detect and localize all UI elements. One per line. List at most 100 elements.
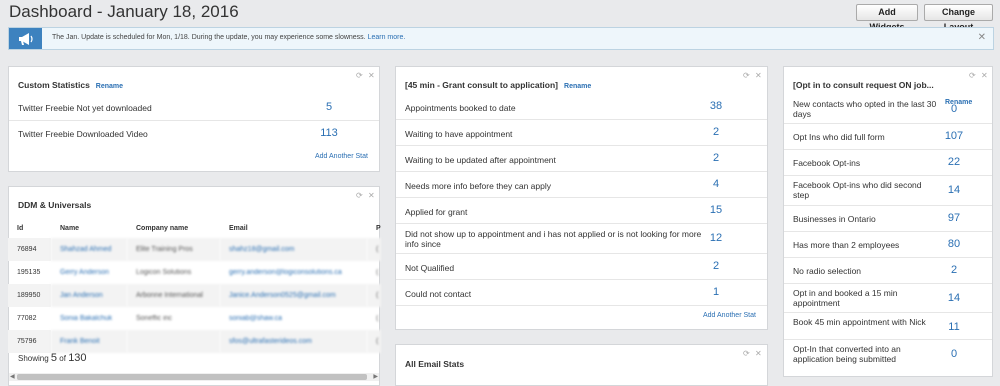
notice-message: The Jan. Update is scheduled for Mon, 1/… — [52, 34, 406, 41]
cell-company: Logicon Solutions — [136, 269, 192, 276]
refresh-icon[interactable]: ⟳ — [969, 71, 976, 80]
cell-name[interactable]: Gerry Anderson — [51, 261, 127, 284]
stat-value[interactable]: 15 — [696, 204, 736, 216]
stat-value[interactable]: 4 — [696, 178, 736, 190]
stat-value[interactable]: 11 — [934, 321, 974, 333]
cell-email[interactable]: gerry.anderson@logiconsolutions.ca — [220, 261, 367, 284]
stat-value[interactable]: 2 — [696, 152, 736, 164]
add-another-stat-link[interactable]: Add Another Stat — [315, 153, 368, 160]
email-stats-widget: ⟳ ✕ All Email Stats — [395, 344, 768, 386]
table-row[interactable]: 75796 Frank Benoit sfos@ultrafasterideos… — [8, 330, 381, 353]
stat-value[interactable]: 14 — [934, 184, 974, 196]
table-row[interactable]: 76894 Shahzad Ahmed Elite Training Pros … — [8, 238, 381, 261]
stat-label: Businesses in Ontario — [793, 214, 876, 224]
learn-more-link[interactable]: Learn more. — [368, 34, 406, 41]
stat-value[interactable]: 1 — [696, 286, 736, 298]
stat-row: Could not contact 1 — [396, 280, 767, 306]
refresh-icon[interactable]: ⟳ — [743, 71, 750, 80]
close-icon[interactable]: ✕ — [981, 71, 988, 80]
cell-name[interactable]: Shahzad Ahmed — [51, 238, 127, 261]
stat-value[interactable]: 14 — [934, 292, 974, 304]
stat-row: Has more than 2 employees 80 — [784, 232, 992, 258]
stat-value[interactable]: 38 — [696, 100, 736, 112]
scroll-left-arrow-icon[interactable]: ◀ — [10, 373, 15, 380]
stat-row: Applied for grant 15 — [396, 198, 767, 224]
cell-extra: ( — [367, 284, 381, 307]
close-icon[interactable]: ✕ — [368, 191, 375, 200]
stat-row: Opt-In that converted into an applicatio… — [784, 340, 992, 374]
cell-company: Soneffic inc — [136, 315, 173, 322]
stat-value[interactable]: 80 — [934, 238, 974, 250]
column-header[interactable]: P — [367, 218, 381, 238]
stat-row: Waiting to be updated after appointment 2 — [396, 146, 767, 172]
refresh-icon[interactable]: ⟳ — [356, 71, 363, 80]
cell-id: 195135 — [17, 269, 41, 276]
cell-company — [127, 330, 220, 353]
change-layout-button[interactable]: Change Layout — [924, 4, 993, 32]
cell-name[interactable]: Sonia Bakalchuk — [51, 307, 127, 330]
stat-value[interactable]: 2 — [696, 126, 736, 138]
column-header[interactable]: Company name — [127, 218, 220, 238]
table-header: Id Name Company name Email P — [8, 218, 381, 238]
stat-value[interactable]: 107 — [934, 130, 974, 142]
stat-row: New contacts who opted in the last 30 da… — [784, 95, 992, 124]
close-icon[interactable]: ✕ — [755, 71, 762, 80]
stat-row: Facebook Opt-ins who did second step 14 — [784, 176, 992, 206]
stat-value[interactable]: 12 — [696, 232, 736, 244]
cell-email[interactable]: soniab@shaw.ca — [220, 307, 367, 330]
stat-value[interactable]: 113 — [309, 127, 349, 139]
stat-label: Twitter Freebie Downloaded Video — [18, 129, 148, 139]
stat-value[interactable]: 5 — [309, 101, 349, 113]
add-another-stat-link[interactable]: Add Another Stat — [703, 312, 756, 319]
stat-label: Has more than 2 employees — [793, 240, 900, 250]
cell-extra: ( — [376, 269, 379, 276]
custom-statistics-widget: ⟳ ✕ Custom Statistics Rename Twitter Free… — [8, 66, 380, 172]
rename-link[interactable]: Rename — [96, 83, 123, 90]
widget-title: [Opt in to consult request ON job... — [793, 80, 934, 90]
column-header[interactable]: Email — [220, 218, 367, 238]
stat-value[interactable]: 2 — [934, 264, 974, 276]
stat-label: Waiting to be updated after appointment — [405, 155, 556, 165]
stat-label: Opt Ins who did full form — [793, 132, 885, 142]
cell-email[interactable]: Janice.Anderson0525@gmail.com — [220, 284, 367, 307]
optin-widget: ⟳ ✕ [Opt in to consult request ON job...… — [783, 66, 993, 377]
scrollbar-thumb[interactable] — [17, 374, 367, 380]
stat-label: New contacts who opted in the last 30 da… — [793, 99, 937, 119]
cell-email[interactable]: shahz18@gmail.com — [220, 238, 367, 261]
stat-value[interactable]: 0 — [934, 348, 974, 360]
stat-label: Applied for grant — [405, 207, 468, 217]
cell-extra: ( — [367, 330, 381, 353]
stat-row: Did not show up to appointment and i has… — [396, 224, 767, 254]
cell-email[interactable]: sfos@ultrafasterideos.com — [220, 330, 367, 353]
stat-value[interactable]: 2 — [696, 260, 736, 272]
table-row[interactable]: 189950 Jan Anderson Arbonne Internationa… — [8, 284, 381, 307]
table-row[interactable]: 77082 Sonia Bakalchuk Soneffic inc sonia… — [8, 307, 381, 330]
stat-row: Appointments booked to date 38 — [396, 94, 767, 120]
horizontal-scrollbar[interactable]: ◀ ▶ — [9, 373, 379, 381]
table-row[interactable]: 195135 Gerry Anderson Logicon Solutions … — [8, 261, 381, 284]
close-icon[interactable]: ✕ — [755, 349, 762, 358]
stat-value[interactable]: 22 — [934, 156, 974, 168]
stat-value[interactable]: 97 — [934, 212, 974, 224]
column-header[interactable]: Name — [51, 218, 127, 238]
stat-label: Did not show up to appointment and i has… — [405, 229, 702, 249]
page-title: Dashboard - January 18, 2016 — [9, 2, 239, 21]
close-icon[interactable]: ✕ — [368, 71, 375, 80]
cell-company: Elite Training Pros — [127, 238, 220, 261]
scroll-right-arrow-icon[interactable]: ▶ — [373, 373, 378, 380]
cell-name[interactable]: Jan Anderson — [51, 284, 127, 307]
refresh-icon[interactable]: ⟳ — [743, 349, 750, 358]
stat-label: Not Qualified — [405, 263, 455, 273]
close-icon[interactable]: ✕ — [978, 32, 986, 43]
column-header[interactable]: Id — [8, 218, 51, 238]
rename-link[interactable]: Rename — [564, 83, 591, 90]
grant-consult-widget: ⟳ ✕ [45 min - Grant consult to applicati… — [395, 66, 768, 330]
refresh-icon[interactable]: ⟳ — [356, 191, 363, 200]
stat-value[interactable]: 0 — [934, 103, 974, 115]
showing-count: Showing 5 of 130 — [18, 352, 87, 364]
add-widgets-button[interactable]: Add Widgets — [856, 4, 918, 32]
cell-name[interactable]: Frank Benoit — [51, 330, 127, 353]
stat-row: Businesses in Ontario 97 — [784, 206, 992, 232]
cell-extra: ( — [367, 238, 381, 261]
stat-row: Book 45 min appointment with Nick 11 — [784, 313, 992, 340]
